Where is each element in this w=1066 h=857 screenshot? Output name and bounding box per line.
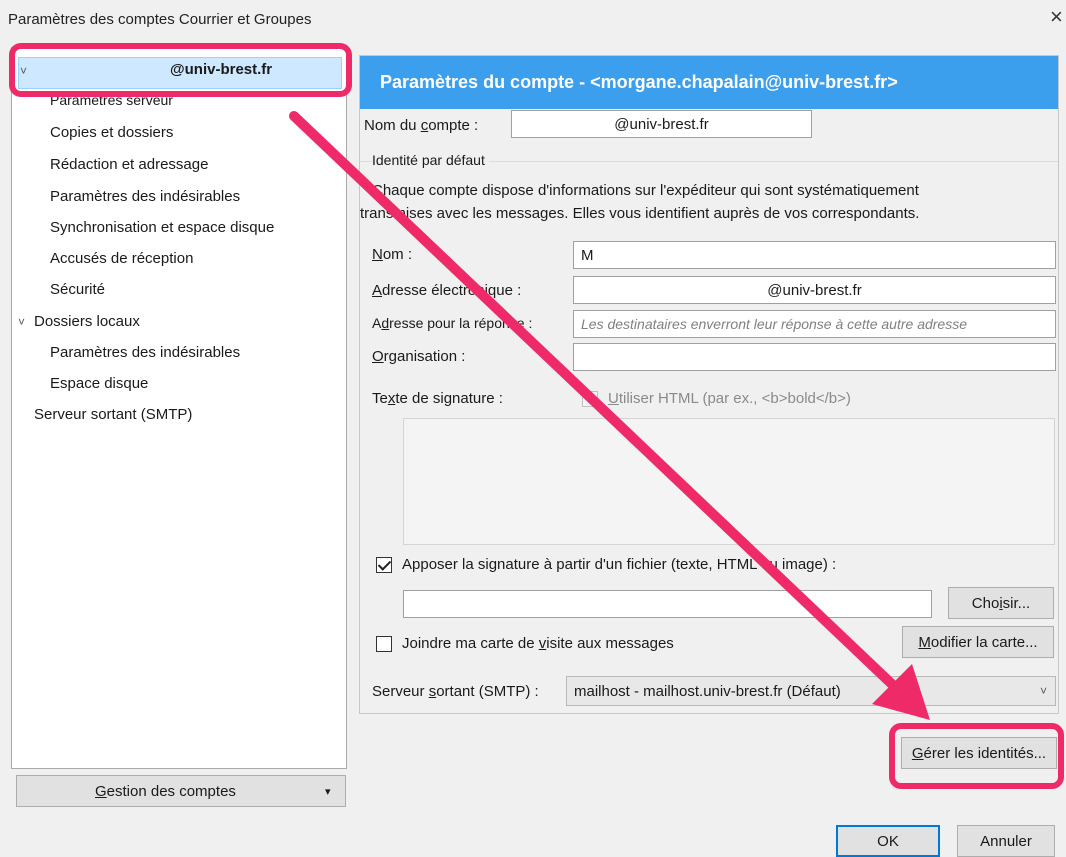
close-icon[interactable]: × <box>1050 6 1063 28</box>
email-label: Adresse électronique : <box>372 282 522 299</box>
tree-item-sync[interactable]: Synchronisation et espace disque <box>50 219 274 236</box>
smtp-select-value: mailhost - mailhost.univ-brest.fr (Défau… <box>574 682 841 700</box>
tree-item-composition[interactable]: Rédaction et adressage <box>50 156 208 173</box>
identity-group-title: Identité par défaut <box>372 152 489 168</box>
edit-card-button[interactable]: Modifier la carte... <box>902 626 1054 658</box>
signature-file-input[interactable] <box>403 590 932 618</box>
ok-button[interactable]: OK <box>836 825 940 857</box>
signature-file-label: Apposer la signature à partir d'un fichi… <box>402 556 837 573</box>
cancel-button[interactable]: Annuler <box>957 825 1055 857</box>
identity-description-2: transmises avec les messages. Elles vous… <box>360 205 920 222</box>
use-html-label: Utiliser HTML (par ex., <b>bold</b>) <box>608 390 851 407</box>
tree-item-junk[interactable]: Paramètres des indésirables <box>50 188 240 205</box>
identity-description-1: Chaque compte dispose d'informations sur… <box>372 182 919 199</box>
tree-item-copies[interactable]: Copies et dossiers <box>50 124 173 141</box>
organization-label: Organisation : <box>372 348 466 365</box>
account-name-input[interactable]: @univ-brest.fr <box>511 110 812 138</box>
panel-header: Paramètres du compte - <morgane.chapalai… <box>360 56 1058 109</box>
smtp-select[interactable]: mailhost - mailhost.univ-brest.fr (Défau… <box>566 676 1056 706</box>
signature-file-checkbox[interactable] <box>376 557 392 573</box>
tree-item-security[interactable]: Sécurité <box>50 281 105 298</box>
tree-item-server-settings[interactable]: Paramètres serveur <box>50 92 173 108</box>
tree-item-receipts[interactable]: Accusés de réception <box>50 250 193 267</box>
tree-item-disk-space[interactable]: Espace disque <box>50 375 148 392</box>
account-name-label: Nom du compte : <box>364 117 479 134</box>
vcard-checkbox[interactable] <box>376 636 392 652</box>
signature-label: Texte de signature : <box>372 390 503 407</box>
email-input[interactable]: @univ-brest.fr <box>573 276 1056 304</box>
choose-file-button[interactable]: Cho i sir... <box>948 587 1054 619</box>
tree-item-local-folders[interactable]: Dossiers locaux <box>34 313 140 330</box>
window-title: Paramètres des comptes Courrier et Group… <box>8 11 312 28</box>
manage-identities-button[interactable]: Gérer les identités... <box>901 737 1057 769</box>
signature-textarea[interactable] <box>403 418 1055 545</box>
caret-down-icon: ▾ <box>325 785 331 798</box>
name-label: Nom : <box>372 246 413 263</box>
chevron-down-icon: ˅ <box>1039 684 1047 698</box>
use-html-checkbox[interactable] <box>582 391 598 407</box>
account-actions-label: Gestion des comptes <box>95 782 236 800</box>
tree-item-local-junk[interactable]: Paramètres des indésirables <box>50 344 240 361</box>
account-tree: ˅ @univ-brest.fr Paramètres serveur Copi… <box>11 47 347 769</box>
tree-item-account[interactable]: @univ-brest.fr <box>170 61 272 78</box>
account-actions-button[interactable]: Gestion des comptes ▾ <box>16 775 346 807</box>
chevron-down-icon[interactable]: ˅ <box>20 64 27 78</box>
reply-to-label: Adresse pour la réponse : <box>372 315 533 331</box>
reply-to-input[interactable]: Les destinataires enverront leur réponse… <box>573 310 1056 338</box>
tree-item-smtp[interactable]: Serveur sortant (SMTP) <box>34 406 192 423</box>
organization-input[interactable] <box>573 343 1056 371</box>
smtp-label: Serveur sortant (SMTP) : <box>372 683 539 700</box>
chevron-down-icon[interactable]: ˅ <box>18 315 25 329</box>
name-input[interactable]: M <box>573 241 1056 269</box>
vcard-label: Joindre ma carte de visite aux messages <box>402 635 674 652</box>
